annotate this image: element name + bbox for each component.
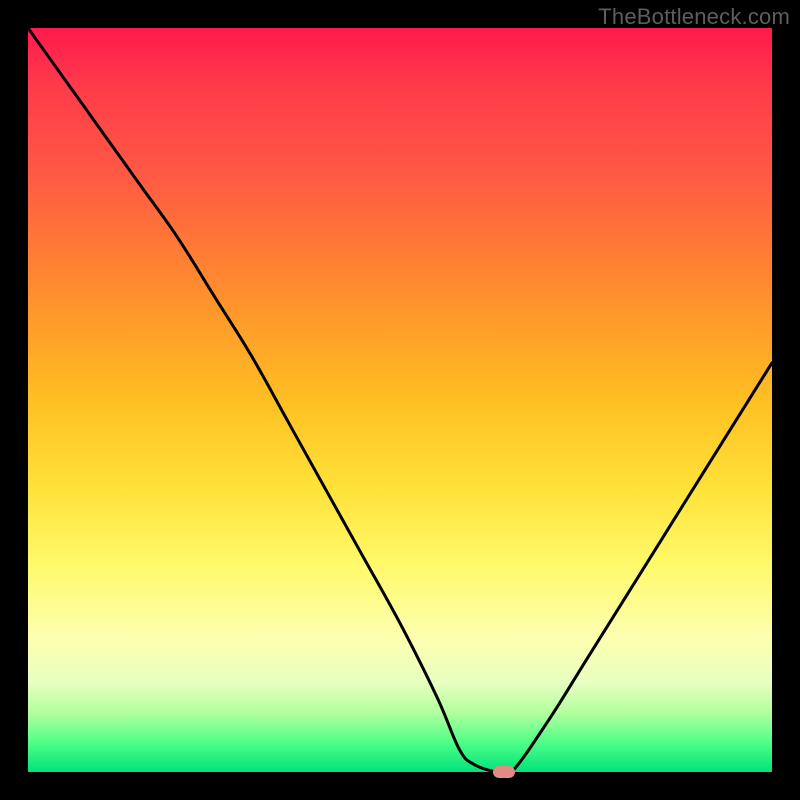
optimal-marker <box>493 766 515 778</box>
plot-area <box>28 28 772 772</box>
watermark-text: TheBottleneck.com <box>598 4 790 30</box>
curve-path <box>28 28 772 776</box>
bottleneck-curve <box>28 28 772 772</box>
chart-frame: TheBottleneck.com <box>0 0 800 800</box>
